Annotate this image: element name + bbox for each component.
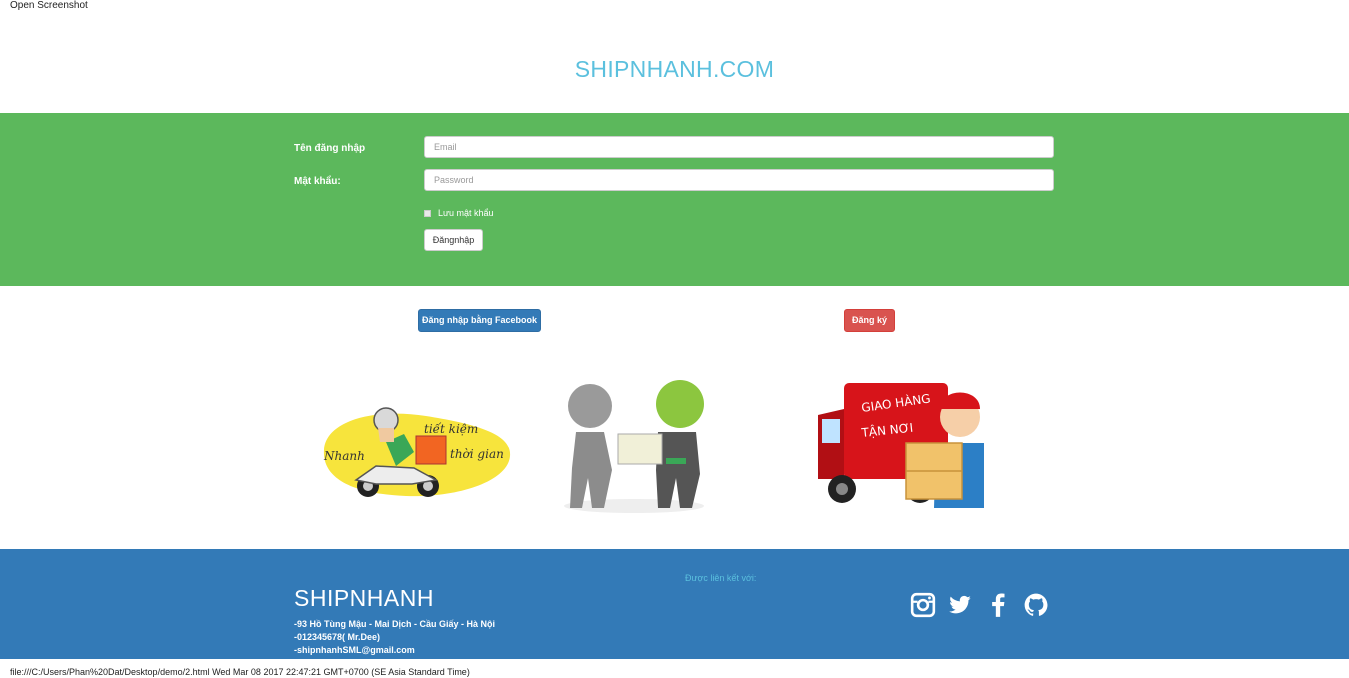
- password-label: Mật khẩu:: [294, 176, 341, 187]
- footer-address: -93 Hồ Tùng Mậu - Mai Dịch - Cầu Giấy - …: [294, 619, 496, 629]
- scooter-word-nhanh: Nhanh: [323, 449, 365, 463]
- package-handoff-image: [554, 378, 719, 514]
- twitter-icon[interactable]: [947, 592, 973, 618]
- page: Open Screenshot SHIPNHANH.COM Tên đăng n…: [0, 0, 1349, 678]
- login-button[interactable]: Đăngnhập: [424, 229, 483, 251]
- footer-phone: -012345678( Mr.Dee): [294, 632, 381, 642]
- instagram-icon[interactable]: [910, 592, 936, 618]
- login-form-section: Tên đăng nhập Email Mật khẩu: Password L…: [0, 113, 1349, 286]
- status-bar-text: file:///C:/Users/Phan%20Dat/Desktop/demo…: [10, 667, 470, 677]
- remember-label: Lưu mật khẩu: [438, 208, 494, 218]
- scooter-delivery-image: Nhanh tiết kiệm thời gian: [316, 400, 512, 502]
- scooter-word-tiet-kiem: tiết kiệm: [424, 421, 478, 436]
- username-label: Tên đăng nhập: [294, 143, 366, 154]
- password-input[interactable]: Password: [424, 169, 1054, 191]
- register-button[interactable]: Đăng ký: [844, 309, 895, 332]
- facebook-login-button[interactable]: Đăng nhập bằng Facebook: [418, 309, 541, 332]
- delivery-truck-image: GIAO HÀNG TẬN NƠI: [814, 379, 984, 508]
- footer-brand: SHIPNHANH: [294, 585, 434, 611]
- remember-password[interactable]: Lưu mật khẩu: [424, 208, 494, 218]
- top-caption: Open Screenshot: [10, 0, 88, 11]
- scooter-word-thoi-gian: thời gian: [450, 447, 504, 461]
- email-input[interactable]: Email: [424, 136, 1054, 158]
- footer: SHIPNHANH -93 Hồ Tùng Mậu - Mai Dịch - C…: [0, 549, 1349, 659]
- footer-email: -shipnhanhSML@gmail.com: [294, 645, 415, 655]
- facebook-icon[interactable]: [985, 592, 1011, 618]
- footer-connect-label: Được liên kết với:: [685, 573, 757, 583]
- remember-checkbox[interactable]: [424, 209, 431, 217]
- github-icon[interactable]: [1023, 592, 1049, 618]
- site-title: SHIPNHANH.COM: [574, 56, 775, 82]
